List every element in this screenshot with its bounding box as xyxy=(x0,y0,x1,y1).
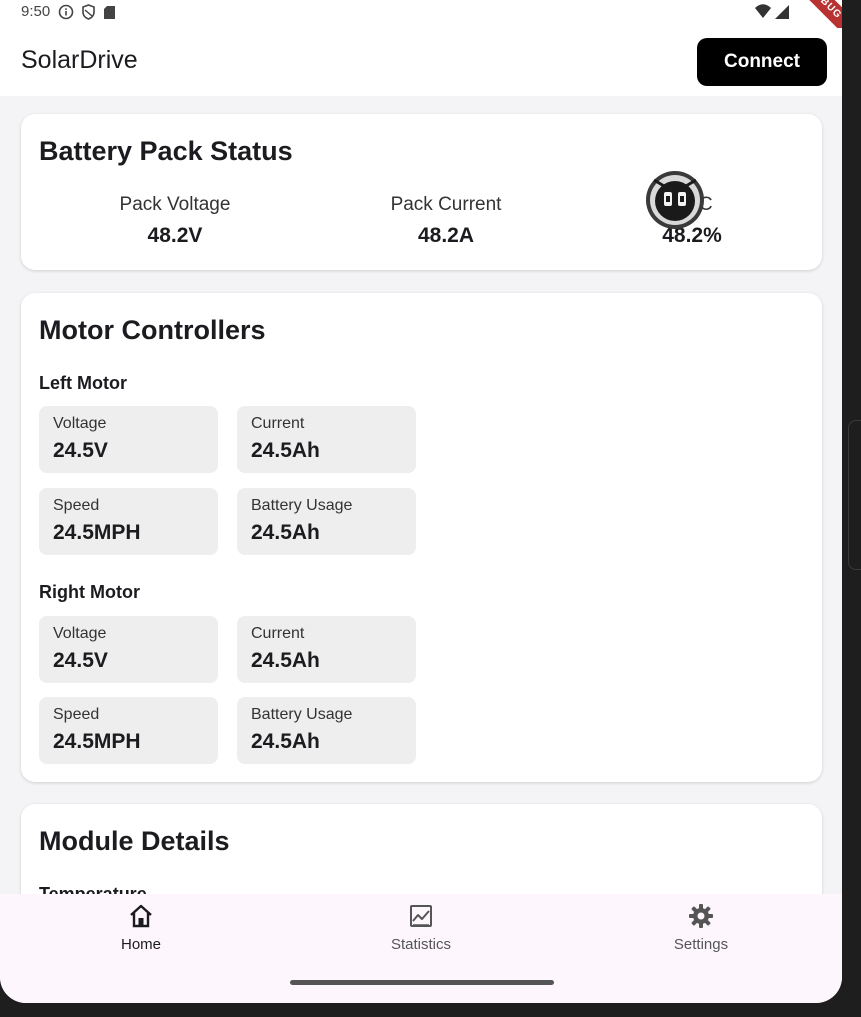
tile-value: 24.5Ah xyxy=(251,649,320,672)
tile-value: 24.5MPH xyxy=(53,521,141,544)
tile-label: Voltage xyxy=(53,415,107,432)
right-motor-heading: Right Motor xyxy=(39,582,140,602)
tile-value: 24.5Ah xyxy=(251,730,320,753)
shield-icon xyxy=(82,4,95,20)
connect-button[interactable]: Connect xyxy=(697,38,827,86)
app-bar: SolarDrive Connect xyxy=(0,28,842,96)
pack-current-label: Pack Current xyxy=(390,194,502,215)
tile-value: 24.5V xyxy=(53,439,108,462)
sd-card-icon xyxy=(104,5,115,19)
info-icon xyxy=(58,4,74,20)
gear-icon xyxy=(689,904,713,928)
robot-overlay-icon xyxy=(646,171,704,229)
nav-item-home[interactable]: Home xyxy=(41,894,241,974)
motor-controllers-card: Motor Controllers Left Motor Voltage 24.… xyxy=(21,293,822,782)
nav-item-settings[interactable]: Settings xyxy=(601,894,801,974)
right-voltage-tile: Voltage 24.5V xyxy=(39,616,218,683)
pack-voltage-label: Pack Voltage xyxy=(119,194,231,215)
right-speed-tile: Speed 24.5MPH xyxy=(39,697,218,764)
nav-label-statistics: Statistics xyxy=(390,936,451,953)
left-speed-tile: Speed 24.5MPH xyxy=(39,488,218,555)
tile-label: Battery Usage xyxy=(251,497,353,514)
motor-card-title: Motor Controllers xyxy=(39,315,266,345)
tile-label: Speed xyxy=(53,706,100,723)
left-current-tile: Current 24.5Ah xyxy=(237,406,416,473)
tile-label: Current xyxy=(251,625,305,642)
tile-value: 24.5MPH xyxy=(53,730,141,753)
app-screen: 9:50 DEBUG SolarDrive Connect Battery Pa… xyxy=(0,0,842,1003)
nav-label-home: Home xyxy=(120,936,161,953)
pack-current-value: 48.2A xyxy=(417,224,475,247)
status-bar: 9:50 DEBUG xyxy=(0,0,842,49)
home-icon xyxy=(130,904,152,928)
tile-value: 24.5Ah xyxy=(251,521,320,544)
bottom-nav: Home Statistics Settings xyxy=(0,894,842,1003)
app-title: SolarDrive xyxy=(21,46,138,74)
nav-item-statistics[interactable]: Statistics xyxy=(321,894,521,974)
left-battery-usage-tile: Battery Usage 24.5Ah xyxy=(237,488,416,555)
tile-label: Voltage xyxy=(53,625,107,642)
battery-pack-card: Battery Pack Status Pack Voltage 48.2V P… xyxy=(21,114,822,270)
nav-label-settings: Settings xyxy=(673,936,729,953)
pack-current-stat: Pack Current 48.2A xyxy=(366,194,526,248)
module-card-title: Module Details xyxy=(39,826,230,856)
pack-voltage-stat: Pack Voltage 48.2V xyxy=(95,194,255,248)
left-motor-heading: Left Motor xyxy=(39,373,127,393)
cellular-signal-icon xyxy=(775,5,789,19)
right-battery-usage-tile: Battery Usage 24.5Ah xyxy=(237,697,416,764)
tile-label: Speed xyxy=(53,497,100,514)
left-voltage-tile: Voltage 24.5V xyxy=(39,406,218,473)
tile-label: Battery Usage xyxy=(251,706,353,723)
tile-value: 24.5Ah xyxy=(251,439,320,462)
wifi-icon xyxy=(755,4,771,18)
device-side-button xyxy=(848,420,861,570)
status-time: 9:50 xyxy=(21,3,51,20)
battery-card-title: Battery Pack Status xyxy=(39,136,293,166)
right-current-tile: Current 24.5Ah xyxy=(237,616,416,683)
pack-voltage-value: 48.2V xyxy=(147,224,203,247)
gesture-home-indicator[interactable] xyxy=(290,980,554,985)
chart-icon xyxy=(410,905,432,927)
tile-label: Current xyxy=(251,415,305,432)
tile-value: 24.5V xyxy=(53,649,108,672)
